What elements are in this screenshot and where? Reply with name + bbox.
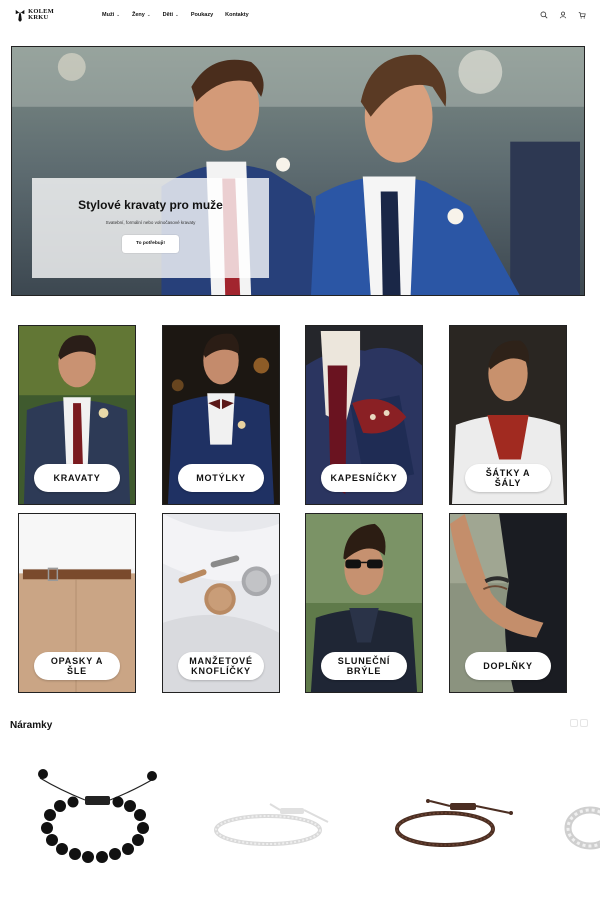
header-icons (540, 11, 586, 19)
category-card-doplnky[interactable]: DOPLŇKY (449, 513, 567, 693)
chevron-down-icon: ⌄ (116, 12, 121, 17)
category-label: ŠÁTKY A ŠÁLY (465, 464, 551, 492)
hero-card: Stylové kravaty pro muže Svatební, formá… (32, 178, 269, 278)
category-card-motylky[interactable]: MOTÝLKY (162, 325, 280, 505)
slider-controls (570, 719, 588, 727)
category-label: SLUNEČNÍ BRÝLE (321, 652, 407, 680)
product-brown-rope-bracelet[interactable] (390, 795, 515, 855)
hero-subtitle: Svatební, formální nebo volnočasové krav… (105, 220, 196, 225)
search-icon[interactable] (540, 11, 548, 19)
category-card-kapesnicky[interactable]: KAPESNÍČKY (305, 325, 423, 505)
product-white-rope-bracelet[interactable] (210, 800, 335, 855)
chevron-down-icon: ⌄ (175, 12, 179, 17)
logo-text-line2: KRKU (28, 14, 49, 21)
hero-cta-button[interactable]: To potřebuji! (122, 235, 179, 253)
category-card-manzetove-knoflicky[interactable]: MANŽETOVÉ KNOFLÍČKY (162, 513, 280, 693)
nav-item-label: Kontakty (225, 12, 249, 18)
nav-item-zeny[interactable]: Ženy ⌄ (132, 12, 151, 18)
site-header: KOLEM KRKU Muži ⌄ Ženy ⌄ Děti ⌄ Poukazy … (0, 0, 600, 32)
nav-item-muzi[interactable]: Muži ⌄ (102, 12, 120, 18)
chevron-down-icon: ⌄ (146, 12, 151, 17)
slider-prev-button[interactable] (570, 719, 578, 727)
category-card-kravaty[interactable]: KRAVATY (18, 325, 136, 505)
hero-title: Stylové kravaty pro muže (78, 198, 223, 212)
logo-text: KOLEM KRKU (28, 8, 54, 22)
category-label: KRAVATY (34, 464, 120, 492)
main-nav: Muži ⌄ Ženy ⌄ Děti ⌄ Poukazy Kontakty (102, 12, 261, 18)
section-title-naramky: Náramky (10, 720, 53, 731)
category-card-satky-a-saly[interactable]: ŠÁTKY A ŠÁLY (449, 325, 567, 505)
slider-next-button[interactable] (580, 719, 588, 727)
category-label: MOTÝLKY (178, 464, 264, 492)
product-black-bead-bracelet[interactable] (30, 760, 165, 870)
nav-item-label: Muži (102, 12, 115, 18)
category-label: KAPESNÍČKY (321, 464, 407, 492)
nav-item-deti[interactable]: Děti ⌄ (163, 12, 179, 18)
nav-item-label: Děti (162, 12, 174, 18)
nav-item-kontakty[interactable]: Kontakty (225, 12, 249, 18)
category-card-slunecni-bryle[interactable]: SLUNEČNÍ BRÝLE (305, 513, 423, 693)
nav-item-poukazy[interactable]: Poukazy (191, 12, 213, 18)
hero-banner: Stylové kravaty pro muže Svatební, formá… (11, 46, 585, 296)
cart-icon[interactable] (578, 11, 586, 19)
logo[interactable]: KOLEM KRKU (14, 4, 54, 26)
nav-item-label: Poukazy (190, 12, 214, 18)
category-card-opasky-a-sle[interactable]: OPASKY A ŠLE (18, 513, 136, 693)
category-label: DOPLŇKY (465, 652, 551, 680)
nav-item-label: Ženy (132, 12, 145, 18)
category-label: MANŽETOVÉ KNOFLÍČKY (178, 652, 264, 680)
product-silver-bracelet-partial[interactable] (560, 800, 600, 855)
logo-mark-icon (15, 9, 25, 22)
user-icon[interactable] (559, 11, 567, 19)
category-label: OPASKY A ŠLE (34, 652, 120, 680)
